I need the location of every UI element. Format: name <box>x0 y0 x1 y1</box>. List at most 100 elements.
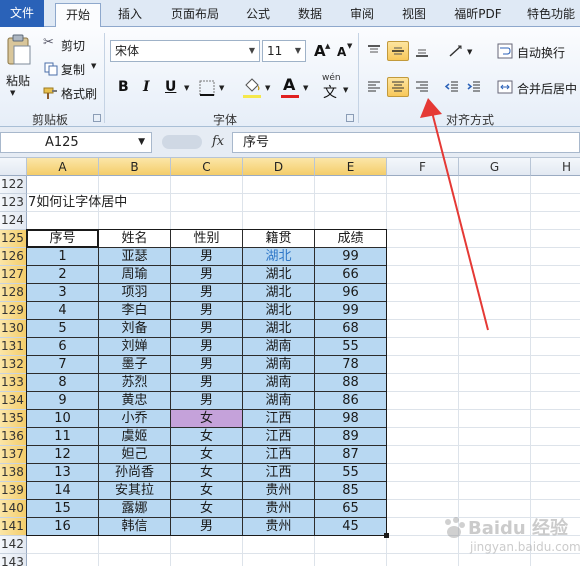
row-header-131[interactable]: 131 <box>0 338 27 356</box>
phonetic-dropdown-icon[interactable]: ▼ <box>343 86 348 94</box>
tab-home[interactable]: 开始 <box>55 3 101 28</box>
table-cell[interactable]: 黄忠 <box>99 392 171 410</box>
table-cell[interactable]: 妲己 <box>99 446 171 464</box>
copy-button[interactable]: 复制 ▼ <box>40 59 104 77</box>
table-cell[interactable]: 男 <box>171 266 243 284</box>
table-cell[interactable]: 刘婵 <box>99 338 171 356</box>
font-size-combo[interactable]: 11 ▼ <box>262 40 306 62</box>
table-cell[interactable]: 湖北 <box>243 320 315 338</box>
tab-data[interactable]: 数据 <box>288 3 332 27</box>
row-header-137[interactable]: 137 <box>0 446 27 464</box>
table-header-cell[interactable]: 姓名 <box>99 230 171 248</box>
row-header-122[interactable]: 122 <box>0 176 27 194</box>
table-cell[interactable]: 7 <box>27 356 99 374</box>
column-header-e[interactable]: E <box>315 158 387 176</box>
table-cell[interactable]: 韩信 <box>99 518 171 536</box>
row-header-139[interactable]: 139 <box>0 482 27 500</box>
tab-file[interactable]: 文件 <box>0 0 44 27</box>
phonetic-button[interactable]: wén 文 ▼ <box>318 73 352 101</box>
name-box[interactable]: A125 ▼ <box>0 132 152 153</box>
table-cell[interactable]: 98 <box>315 410 387 428</box>
underline-dropdown-icon[interactable]: ▼ <box>184 84 189 92</box>
table-cell[interactable]: 14 <box>27 482 99 500</box>
row-header-125[interactable]: 125 <box>0 230 27 248</box>
table-cell[interactable]: 女 <box>171 410 243 428</box>
font-launcher-icon[interactable] <box>346 114 354 122</box>
row-header-128[interactable]: 128 <box>0 284 27 302</box>
wrap-text-button[interactable]: 自动换行 <box>494 41 574 61</box>
column-header-f[interactable]: F <box>387 158 459 176</box>
shrink-font-button[interactable]: A ▼ <box>332 41 354 61</box>
align-center-button[interactable] <box>387 77 409 97</box>
row-header-123[interactable]: 123 <box>0 194 27 212</box>
table-cell[interactable]: 小乔 <box>99 410 171 428</box>
table-cell[interactable]: 露娜 <box>99 500 171 518</box>
format-painter-button[interactable]: 格式刷 <box>40 83 104 101</box>
borders-button[interactable]: ▼ <box>196 77 230 97</box>
table-cell[interactable]: 2 <box>27 266 99 284</box>
table-cell[interactable]: 贵州 <box>243 518 315 536</box>
table-cell[interactable]: 16 <box>27 518 99 536</box>
fill-handle[interactable] <box>384 533 389 538</box>
table-cell[interactable]: 周瑜 <box>99 266 171 284</box>
table-cell[interactable]: 江西 <box>243 464 315 482</box>
formula-input[interactable]: 序号 <box>232 132 580 153</box>
table-cell[interactable]: 66 <box>315 266 387 284</box>
table-cell[interactable]: 3 <box>27 284 99 302</box>
table-cell[interactable]: 孙尚香 <box>99 464 171 482</box>
table-cell[interactable]: 安其拉 <box>99 482 171 500</box>
row-header-132[interactable]: 132 <box>0 356 27 374</box>
row-header-126[interactable]: 126 <box>0 248 27 266</box>
row-header-124[interactable]: 124 <box>0 212 27 230</box>
table-cell[interactable]: 45 <box>315 518 387 536</box>
merge-center-button[interactable]: 合并后居中 <box>494 77 580 97</box>
table-cell[interactable]: 9 <box>27 392 99 410</box>
table-cell[interactable]: 87 <box>315 446 387 464</box>
table-cell[interactable]: 55 <box>315 464 387 482</box>
font-name-dropdown-icon[interactable]: ▼ <box>249 41 255 61</box>
tab-insert[interactable]: 插入 <box>108 3 152 27</box>
align-right-button[interactable] <box>412 77 432 97</box>
table-header-cell[interactable]: 籍贯 <box>243 230 315 248</box>
table-cell[interactable]: 女 <box>171 482 243 500</box>
orientation-button[interactable]: ▼ <box>444 41 476 61</box>
column-header-d[interactable]: D <box>243 158 315 176</box>
row-header-135[interactable]: 135 <box>0 410 27 428</box>
table-cell[interactable]: 湖北 <box>243 266 315 284</box>
tab-formulas[interactable]: 公式 <box>236 3 280 27</box>
font-color-button[interactable]: A ▼ <box>278 75 312 99</box>
table-cell[interactable]: 湖南 <box>243 338 315 356</box>
table-cell[interactable]: 65 <box>315 500 387 518</box>
row-header-136[interactable]: 136 <box>0 428 27 446</box>
row-header-133[interactable]: 133 <box>0 374 27 392</box>
column-header-c[interactable]: C <box>171 158 243 176</box>
row-header-138[interactable]: 138 <box>0 464 27 482</box>
column-header-h[interactable]: H <box>531 158 580 176</box>
table-cell[interactable]: 江西 <box>243 446 315 464</box>
row-header-134[interactable]: 134 <box>0 392 27 410</box>
italic-button[interactable]: I <box>136 77 156 97</box>
copy-dropdown-icon[interactable]: ▼ <box>91 62 96 70</box>
table-cell[interactable]: 湖南 <box>243 374 315 392</box>
table-cell[interactable]: 亚瑟 <box>99 248 171 266</box>
fill-color-button[interactable]: ▼ <box>240 75 274 99</box>
formula-bar-splitter[interactable] <box>162 135 202 149</box>
table-cell[interactable]: 项羽 <box>99 284 171 302</box>
increase-indent-button[interactable] <box>464 77 484 97</box>
column-header-g[interactable]: G <box>459 158 531 176</box>
table-cell[interactable]: 13 <box>27 464 99 482</box>
table-cell[interactable]: 1 <box>27 248 99 266</box>
paste-button[interactable]: 粘贴 <box>2 31 36 95</box>
table-cell[interactable]: 89 <box>315 428 387 446</box>
table-cell[interactable]: 6 <box>27 338 99 356</box>
table-header-cell[interactable]: 成绩 <box>315 230 387 248</box>
table-cell[interactable]: 86 <box>315 392 387 410</box>
column-header-a[interactable]: A <box>27 158 99 176</box>
table-header-cell[interactable]: 序号 <box>27 230 99 248</box>
table-cell[interactable]: 女 <box>171 428 243 446</box>
table-cell[interactable]: 男 <box>171 320 243 338</box>
table-cell[interactable]: 11 <box>27 428 99 446</box>
table-cell[interactable]: 李白 <box>99 302 171 320</box>
decrease-indent-button[interactable] <box>442 77 462 97</box>
table-cell[interactable]: 85 <box>315 482 387 500</box>
